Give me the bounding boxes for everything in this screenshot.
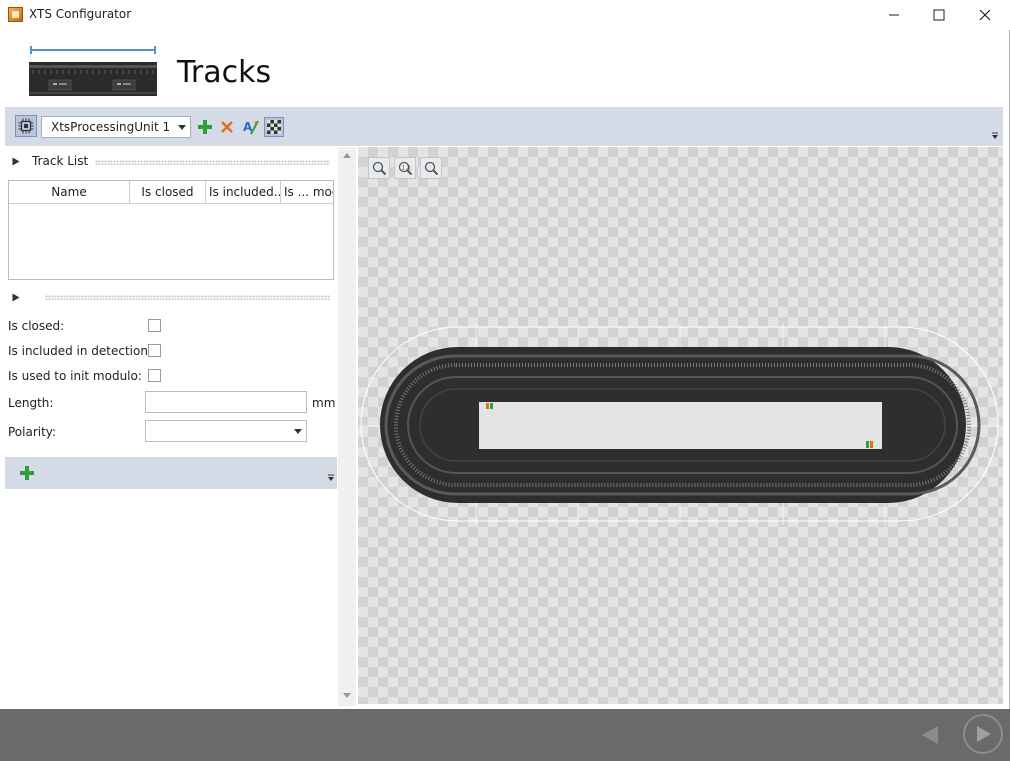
length-input[interactable] bbox=[145, 391, 307, 413]
footer-navigation-bar bbox=[0, 709, 1010, 761]
rename-icon: A bbox=[243, 120, 259, 135]
section-divider bbox=[95, 160, 330, 165]
overflow-arrow-icon bbox=[992, 132, 998, 139]
is-included-label: Is included in detection: bbox=[8, 344, 152, 358]
polarity-select[interactable] bbox=[145, 420, 307, 442]
chevron-down-icon bbox=[178, 125, 186, 130]
overflow-arrow-icon bbox=[328, 474, 334, 481]
column-header-name[interactable]: Name bbox=[9, 181, 130, 204]
back-button[interactable] bbox=[917, 722, 943, 748]
xts-configurator-window: XTS Configurator Tracks XtsProcessingUni… bbox=[0, 0, 1010, 761]
track-list-header-row: Name Is closed Is included.. Is ... mod bbox=[9, 181, 333, 204]
rename-track-button[interactable]: A bbox=[241, 117, 261, 137]
xts-app-icon bbox=[8, 7, 23, 22]
column-header-is-modulo[interactable]: Is ... mod bbox=[281, 181, 333, 204]
track-header-image bbox=[29, 46, 157, 96]
is-included-checkbox[interactable] bbox=[148, 344, 161, 357]
column-header-is-closed[interactable]: Is closed bbox=[130, 181, 206, 204]
toggle-grid-button[interactable] bbox=[264, 117, 284, 137]
column-header-is-included[interactable]: Is included.. bbox=[206, 181, 281, 204]
polarity-label: Polarity: bbox=[8, 425, 57, 439]
xts-track-drawing bbox=[358, 323, 1003, 525]
close-icon bbox=[979, 9, 991, 21]
scroll-up-icon[interactable] bbox=[343, 153, 351, 158]
collapse-triangle-icon bbox=[12, 293, 20, 302]
is-closed-checkbox[interactable] bbox=[148, 319, 161, 332]
delete-track-button[interactable] bbox=[218, 118, 236, 136]
vertical-scrollbar[interactable] bbox=[338, 147, 356, 706]
is-used-label: Is used to init modulo: bbox=[8, 369, 142, 383]
is-used-checkbox[interactable] bbox=[148, 369, 161, 382]
scroll-down-icon[interactable] bbox=[343, 693, 351, 698]
checkerboard-icon bbox=[267, 120, 281, 134]
next-button[interactable] bbox=[963, 714, 1003, 754]
track-properties-panel: Track List Name Is closed Is included.. … bbox=[5, 147, 337, 706]
chevron-down-icon bbox=[294, 429, 302, 434]
processing-unit-value: XtsProcessingUnit 1 bbox=[51, 120, 171, 134]
title-bar: XTS Configurator bbox=[0, 0, 1010, 30]
processing-unit-select[interactable]: XtsProcessingUnit 1 bbox=[41, 116, 191, 138]
panel-bottom-toolbar bbox=[5, 457, 337, 489]
add-item-button[interactable] bbox=[19, 465, 35, 481]
maximize-icon bbox=[933, 9, 945, 21]
plus-icon bbox=[20, 466, 34, 480]
main-toolbar: XtsProcessingUnit 1 A bbox=[5, 107, 1003, 146]
minimize-button[interactable] bbox=[871, 0, 917, 30]
processing-unit-button[interactable] bbox=[15, 115, 37, 137]
section-divider bbox=[45, 295, 330, 300]
length-unit: mm bbox=[312, 396, 336, 410]
back-arrow-icon bbox=[922, 726, 938, 744]
length-label: Length: bbox=[8, 396, 54, 410]
properties-header[interactable] bbox=[5, 288, 337, 308]
close-button[interactable] bbox=[962, 0, 1008, 30]
next-arrow-icon bbox=[977, 726, 991, 742]
bottom-overflow-button[interactable] bbox=[326, 473, 336, 483]
toolbar-overflow-button[interactable] bbox=[990, 131, 1000, 141]
add-track-button[interactable] bbox=[196, 118, 214, 136]
track-list-header[interactable]: Track List bbox=[5, 152, 337, 172]
processor-chip-icon bbox=[18, 118, 34, 134]
maximize-button[interactable] bbox=[916, 0, 962, 30]
track-inner-window bbox=[479, 402, 882, 449]
plus-icon bbox=[198, 120, 212, 134]
collapse-triangle-icon bbox=[12, 157, 20, 166]
x-delete-icon bbox=[221, 121, 233, 133]
track-canvas[interactable]: 1:1 bbox=[358, 147, 1003, 704]
window-title: XTS Configurator bbox=[29, 7, 132, 21]
page-title: Tracks bbox=[177, 55, 272, 90]
is-closed-label: Is closed: bbox=[8, 319, 65, 333]
track-list-label: Track List bbox=[32, 154, 89, 168]
minimize-icon bbox=[889, 14, 899, 16]
track-list-table[interactable]: Name Is closed Is included.. Is ... mod bbox=[8, 180, 334, 280]
